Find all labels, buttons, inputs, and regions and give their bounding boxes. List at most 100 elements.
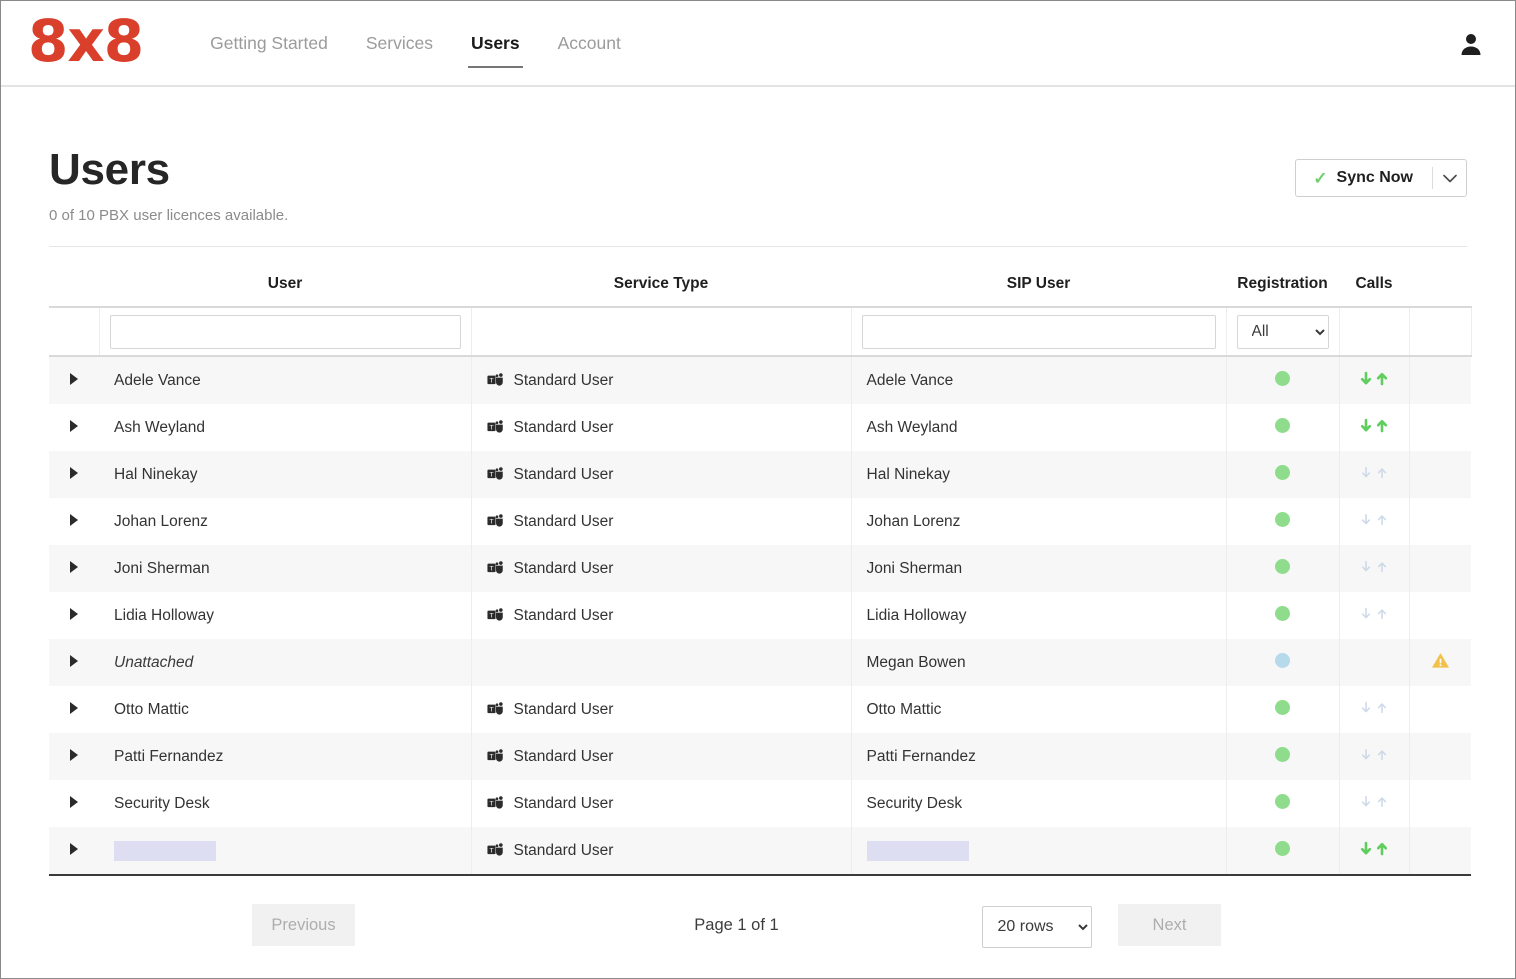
row-expand-cell[interactable] xyxy=(49,592,99,640)
warning-triangle-icon[interactable] xyxy=(1431,652,1450,673)
previous-page-button[interactable]: Previous xyxy=(252,904,355,947)
call-outbound-icon xyxy=(1377,514,1387,525)
row-expand-cell[interactable] xyxy=(49,451,99,499)
row-expand-cell[interactable] xyxy=(49,639,99,687)
rows-per-page-select[interactable]: 20 rows xyxy=(981,905,1092,948)
cell-sip-user: Lidia Holloway xyxy=(851,592,1227,640)
sync-now-label: Sync Now xyxy=(1336,169,1413,186)
cell-calls xyxy=(1339,404,1410,452)
table-row[interactable]: Patti Fernandez T Standard User Patti Ferna… xyxy=(49,733,1471,781)
service-type-cell-content: T Standard User xyxy=(473,748,850,766)
call-inbound-icon xyxy=(1361,466,1371,478)
cell-sip-user: Ash Weyland xyxy=(851,404,1227,452)
table-row[interactable]: Security Desk T Standard User Security Desk xyxy=(49,780,1471,828)
svg-text:T: T xyxy=(489,753,493,760)
cell-calls xyxy=(1339,451,1410,499)
table-row[interactable]: Unattached Megan Bowen xyxy=(49,639,1471,687)
row-expand-cell[interactable] xyxy=(49,545,99,593)
user-icon[interactable] xyxy=(1460,32,1482,56)
cell-user: Johan Lorenz xyxy=(99,498,472,546)
row-expand-cell[interactable] xyxy=(49,404,99,452)
call-outbound-icon xyxy=(1377,749,1387,760)
table-row[interactable]: Johan Lorenz T Standard User Johan Lorenz xyxy=(49,498,1471,546)
nav-label: Services xyxy=(365,32,433,53)
call-direction-icons xyxy=(1359,512,1389,527)
column-header-calls[interactable]: Calls xyxy=(1339,275,1409,309)
caret-right-icon[interactable] xyxy=(70,701,78,714)
cell-user: Security Desk xyxy=(99,780,472,828)
column-header-sip-user[interactable]: SIP User xyxy=(851,275,1226,309)
cell-service-type: T Standard User xyxy=(471,827,852,877)
call-direction-icons xyxy=(1359,794,1389,809)
cell-user: Otto Mattic xyxy=(99,686,472,734)
table-row[interactable]: Otto Mattic T Standard User Otto Mattic xyxy=(49,686,1471,734)
caret-right-icon[interactable] xyxy=(70,842,78,855)
nav-label: Account xyxy=(557,32,621,53)
cell-user: Lidia Holloway xyxy=(99,592,472,640)
caret-right-icon[interactable] xyxy=(70,560,78,573)
page-body: Users 0 of 10 PBX user licences availabl… xyxy=(1,87,1515,948)
row-expand-cell[interactable] xyxy=(49,827,99,877)
column-header-user[interactable]: User xyxy=(99,275,471,309)
cell-sip-user: Security Desk xyxy=(851,780,1227,828)
svg-text:T: T xyxy=(489,706,493,713)
caret-right-icon[interactable] xyxy=(70,372,78,385)
table-row[interactable]: Lidia Holloway T Standard User Lidia Hollow… xyxy=(49,592,1471,640)
user-filter-input[interactable] xyxy=(109,314,461,349)
call-direction-icons xyxy=(1359,559,1389,574)
registration-status-dot xyxy=(1275,699,1290,715)
service-type-label: Standard User xyxy=(513,559,614,577)
service-type-label: Standard User xyxy=(513,606,614,624)
caret-right-icon[interactable] xyxy=(70,419,78,432)
table-row[interactable]: Adele Vance T Standard User Adele Vance xyxy=(49,356,1471,405)
row-expand-cell[interactable] xyxy=(49,686,99,734)
sync-now-button[interactable]: ✓ Sync Now xyxy=(1296,160,1432,196)
cell-service-type: T Standard User xyxy=(471,592,852,640)
caret-right-icon[interactable] xyxy=(70,513,78,526)
cell-warning xyxy=(1409,356,1471,405)
call-outbound-icon xyxy=(1377,796,1387,807)
row-expand-cell[interactable] xyxy=(49,780,99,828)
nav-item-services[interactable]: Services xyxy=(347,1,452,86)
caret-right-icon[interactable] xyxy=(70,654,78,667)
row-expand-cell[interactable] xyxy=(49,733,99,781)
table-row[interactable]: Ash Weyland T Standard User Ash Weyland xyxy=(49,404,1471,452)
caret-right-icon[interactable] xyxy=(70,795,78,808)
cell-registration xyxy=(1226,545,1340,593)
service-type-cell-content: T Standard User xyxy=(473,466,850,484)
nav-item-account[interactable]: Account xyxy=(539,1,640,86)
chevron-down-icon[interactable] xyxy=(1433,160,1466,196)
call-outbound-icon xyxy=(1376,842,1388,855)
column-header-service-type[interactable]: Service Type xyxy=(471,275,851,309)
row-expand-cell[interactable] xyxy=(49,356,99,405)
table-row[interactable]: T Standard User xyxy=(49,827,1471,877)
filter-cell-registration: All xyxy=(1226,307,1340,358)
table-row[interactable]: Hal Ninekay T Standard User Hal Ninekay xyxy=(49,451,1471,499)
cell-warning xyxy=(1409,404,1471,452)
caret-right-icon[interactable] xyxy=(70,607,78,620)
brand-logo[interactable]: 8x8 xyxy=(28,12,144,70)
call-inbound-icon xyxy=(1361,748,1371,760)
nav-item-getting-started[interactable]: Getting Started xyxy=(191,1,347,86)
caret-right-icon[interactable] xyxy=(70,466,78,479)
caret-right-icon[interactable] xyxy=(70,748,78,761)
table-row[interactable]: Joni Sherman T Standard User Joni Sherman xyxy=(49,545,1471,593)
nav-item-users[interactable]: Users xyxy=(452,1,539,86)
cell-registration xyxy=(1226,827,1340,877)
registration-status-dot xyxy=(1275,793,1290,809)
column-header-registration[interactable]: Registration xyxy=(1226,275,1339,309)
cell-registration xyxy=(1226,404,1340,452)
sip-user-filter-input[interactable] xyxy=(861,314,1216,349)
user-name: Johan Lorenz xyxy=(114,512,208,530)
registration-status-dot xyxy=(1275,840,1290,856)
cell-warning xyxy=(1409,780,1471,828)
filter-cell-warning xyxy=(1409,307,1472,358)
row-expand-cell[interactable] xyxy=(49,498,99,546)
cell-service-type: T Standard User xyxy=(471,404,852,452)
cell-registration xyxy=(1226,639,1340,687)
cell-service-type: T Standard User xyxy=(471,451,852,499)
sip-user-name: Johan Lorenz xyxy=(866,512,961,530)
registration-filter-select[interactable]: All xyxy=(1236,314,1329,349)
service-type-cell-content: T Standard User xyxy=(473,842,850,860)
next-page-button[interactable]: Next xyxy=(1118,904,1221,947)
